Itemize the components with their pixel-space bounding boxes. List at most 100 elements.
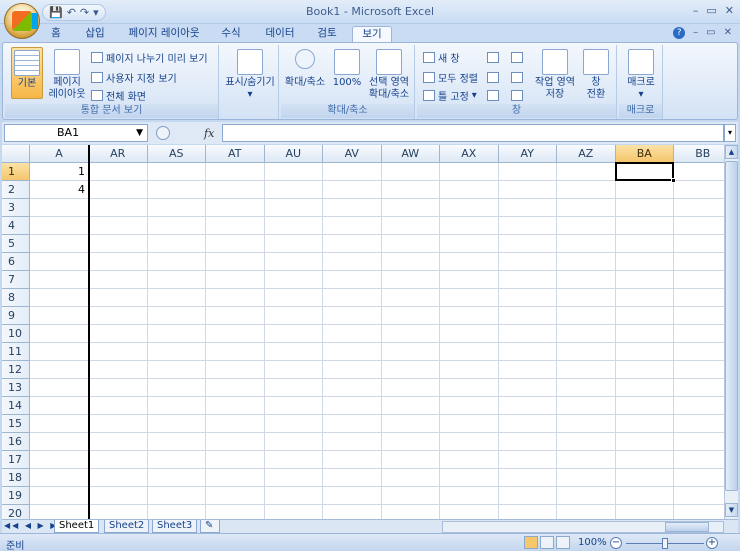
zoom-button[interactable]: 확대/축소 [283, 49, 327, 99]
minimize-button[interactable]: – [693, 4, 699, 17]
formula-cancel-icon[interactable] [156, 126, 170, 140]
column-header-az[interactable]: AZ [557, 145, 616, 163]
column-header-a[interactable]: A [30, 145, 89, 163]
row-header-6[interactable]: 6 [2, 253, 30, 271]
new-window-button[interactable]: 새 창 [423, 49, 460, 65]
scroll-down-icon[interactable]: ▼ [725, 503, 738, 517]
row-header-8[interactable]: 8 [2, 289, 30, 307]
fill-handle[interactable] [671, 178, 676, 183]
group-show-hide: 표시/숨기기 ▾ [221, 45, 279, 119]
tab-formulas[interactable]: 수식 [216, 26, 246, 42]
row-header-12[interactable]: 12 [2, 361, 30, 379]
show-hide-icon [237, 49, 263, 75]
freeze-panes-button[interactable]: 틀 고정 ▾ [423, 87, 477, 103]
tab-view[interactable]: 보기 [352, 26, 392, 42]
formula-input[interactable] [222, 124, 724, 142]
insert-function-icon[interactable]: fx [204, 127, 214, 140]
zoom-to-selection-button[interactable]: 선택 영역 확대/축소 [365, 49, 413, 101]
column-header-av[interactable]: AV [323, 145, 382, 163]
sheet-tab-sheet3[interactable]: Sheet3 [152, 520, 198, 533]
scroll-up-icon[interactable]: ▲ [725, 145, 738, 159]
normal-view-button[interactable]: 기본 [11, 47, 43, 99]
workbook-close-button[interactable]: ✕ [724, 27, 732, 39]
office-button[interactable] [4, 3, 40, 39]
name-box-dropdown-icon[interactable]: ▼ [136, 125, 143, 141]
zoom-100-button[interactable]: 100% [331, 49, 363, 99]
ribbon-right-controls: ? – ▭ ✕ [673, 27, 732, 39]
column-header-ay[interactable]: AY [498, 145, 557, 163]
column-header-as[interactable]: AS [147, 145, 206, 163]
view-side-by-side-button[interactable] [511, 49, 523, 65]
zoom-level[interactable]: 100% [578, 537, 607, 548]
row-header-1[interactable]: 1 [2, 163, 30, 181]
page-layout-view-button[interactable]: 페이지 레이아웃 [47, 49, 87, 101]
column-header-ba[interactable]: BA [615, 145, 674, 163]
full-screen-button[interactable]: 전체 화면 [91, 87, 146, 103]
column-header-at[interactable]: AT [206, 145, 265, 163]
macros-button[interactable]: 매크로 ▾ [621, 49, 661, 101]
row-header-3[interactable]: 3 [2, 199, 30, 217]
insert-sheet-icon[interactable]: ✎ [200, 520, 220, 533]
unhide-window-button[interactable] [487, 87, 499, 103]
row-header-20[interactable]: 20 [2, 505, 30, 519]
reset-window-position-button[interactable] [511, 87, 523, 103]
row-header-10[interactable]: 10 [2, 325, 30, 343]
page-break-status-icon[interactable] [556, 536, 570, 549]
vertical-scrollbar[interactable]: ▲ ▼ [724, 145, 738, 519]
normal-view-status-icon[interactable] [524, 536, 538, 549]
column-header-ar[interactable]: AR [89, 145, 148, 163]
close-button[interactable]: ✕ [725, 4, 734, 17]
row-header-19[interactable]: 19 [2, 487, 30, 505]
sheet-tab-sheet2[interactable]: Sheet2 [104, 520, 150, 533]
row-header-5[interactable]: 5 [2, 235, 30, 253]
hide-window-button[interactable] [487, 69, 499, 85]
vertical-scroll-thumb[interactable] [725, 161, 738, 491]
row-header-16[interactable]: 16 [2, 433, 30, 451]
column-header-aw[interactable]: AW [381, 145, 440, 163]
row-header-11[interactable]: 11 [2, 343, 30, 361]
column-header-ax[interactable]: AX [440, 145, 499, 163]
column-header-bb[interactable]: BB [674, 145, 724, 163]
sheet-tab-sheet1[interactable]: Sheet1 [54, 520, 100, 533]
custom-views-button[interactable]: 사용자 지정 보기 [91, 69, 177, 85]
zoom-out-icon[interactable]: − [610, 537, 622, 549]
expand-formula-bar-icon[interactable]: ▾ [724, 124, 736, 142]
zoom-in-icon[interactable]: + [706, 537, 718, 549]
cell-a2[interactable]: 4 [30, 181, 87, 199]
row-header-15[interactable]: 15 [2, 415, 30, 433]
show-hide-button[interactable]: 표시/숨기기 ▾ [223, 49, 277, 101]
horizontal-scroll-thumb[interactable] [665, 522, 709, 532]
horizontal-scrollbar[interactable] [442, 521, 724, 533]
row-header-4[interactable]: 4 [2, 217, 30, 235]
page-break-preview-button[interactable]: 페이지 나누기 미리 보기 [91, 49, 208, 65]
row-header-2[interactable]: 2 [2, 181, 30, 199]
select-all-corner[interactable] [2, 145, 30, 163]
arrange-all-button[interactable]: 모두 정렬 [423, 69, 478, 85]
worksheet-grid[interactable]: A AR AS AT AU AV AW AX AY AZ BA BB 1 2 3 4 5 6 7 8 9 10 11 12 13… [2, 145, 724, 519]
name-box[interactable]: BA1 ▼ [4, 124, 148, 142]
workbook-minimize-button[interactable]: – [693, 27, 698, 39]
active-cell-border[interactable] [614, 162, 674, 181]
help-icon[interactable]: ? [673, 27, 686, 39]
row-header-14[interactable]: 14 [2, 397, 30, 415]
row-header-13[interactable]: 13 [2, 379, 30, 397]
workbook-restore-button[interactable]: ▭ [706, 27, 715, 39]
zoom-slider-thumb[interactable] [662, 538, 668, 549]
page-layout-status-icon[interactable] [540, 536, 554, 549]
row-header-17[interactable]: 17 [2, 451, 30, 469]
column-header-au[interactable]: AU [264, 145, 323, 163]
maximize-button[interactable]: ▭ [706, 4, 716, 17]
switch-windows-button[interactable]: 창 전환 [577, 49, 615, 101]
row-header-9[interactable]: 9 [2, 307, 30, 325]
save-workspace-button[interactable]: 작업 영역 저장 [533, 49, 577, 101]
tab-review[interactable]: 검토 [312, 26, 342, 42]
tab-data[interactable]: 데이터 [260, 26, 300, 42]
split-button[interactable] [487, 49, 499, 65]
tab-page-layout[interactable]: 페이지 레이아웃 [124, 26, 204, 42]
tab-insert[interactable]: 삽입 [80, 26, 110, 42]
row-header-18[interactable]: 18 [2, 469, 30, 487]
row-header-7[interactable]: 7 [2, 271, 30, 289]
synchronous-scrolling-button[interactable] [511, 69, 523, 85]
cell-a1[interactable]: 1 [30, 163, 87, 181]
tab-home[interactable]: 홈 [44, 26, 68, 42]
